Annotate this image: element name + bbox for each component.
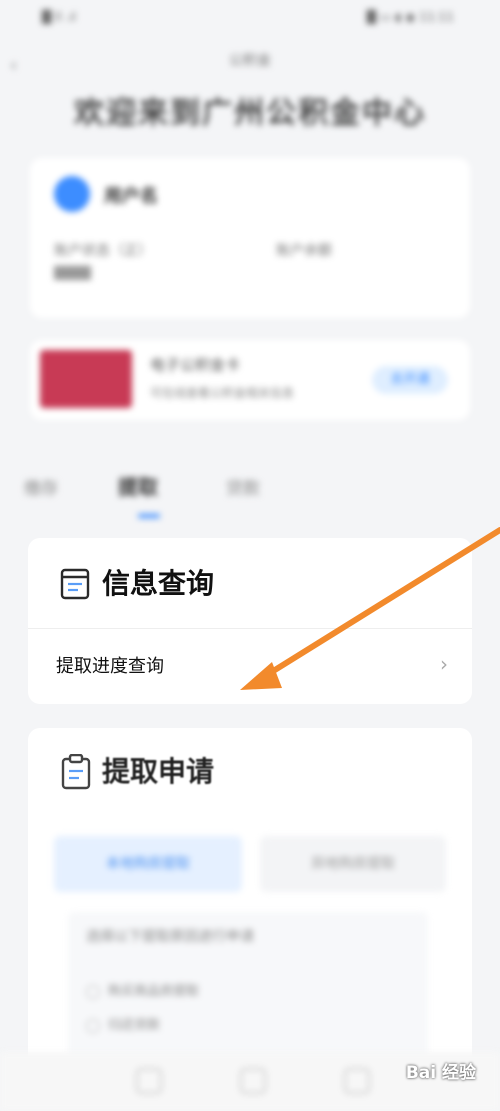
baidu-watermark: Bai 经验: [405, 1063, 476, 1083]
annotation-arrow-icon: [240, 527, 500, 690]
